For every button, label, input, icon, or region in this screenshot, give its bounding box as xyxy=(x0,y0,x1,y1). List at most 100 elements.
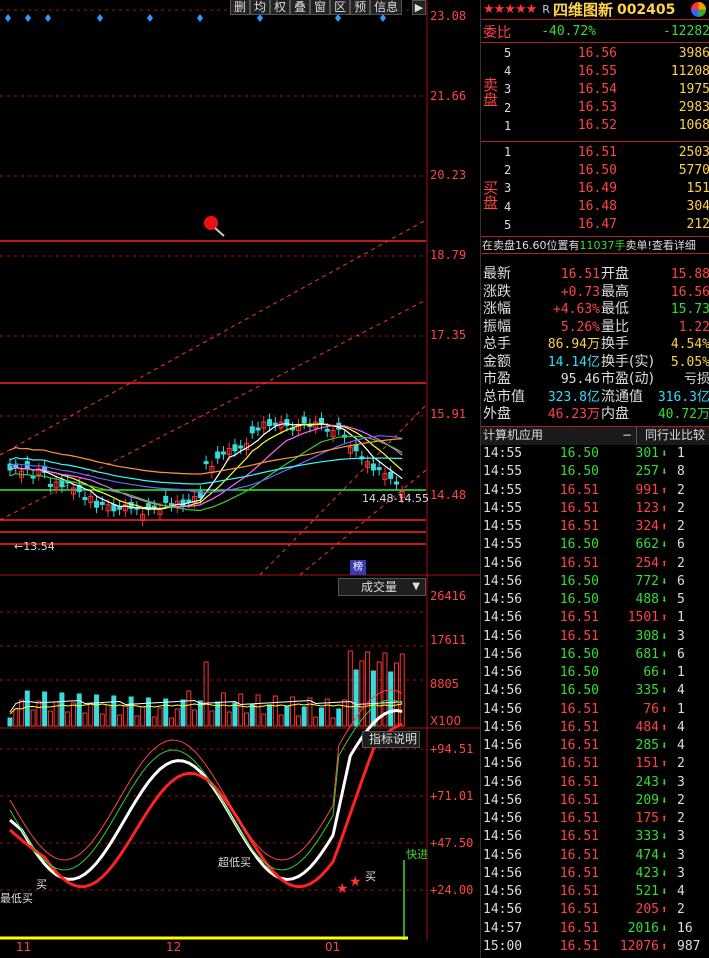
sell-row[interactable]: 5 16.56 3986 xyxy=(503,44,709,62)
trade-time: 14:56 xyxy=(483,902,523,918)
trade-row[interactable]: 14:56 16.51 423 ⬇ 3 xyxy=(481,865,709,883)
trade-row[interactable]: 14:56 16.51 243 ⬇ 3 xyxy=(481,774,709,792)
toolbar-info[interactable]: 信息 xyxy=(370,0,403,15)
tab-industry[interactable]: 计算机应用 − xyxy=(481,427,637,445)
sell-row[interactable]: 1 16.52 1068 xyxy=(503,117,709,135)
toolbar-overlay[interactable]: 叠 xyxy=(290,0,311,15)
trade-price: 16.51 xyxy=(559,774,599,790)
toolbar-ma[interactable]: 均 xyxy=(250,0,271,15)
volume-indicator-dropdown[interactable]: 成交量 ▼ xyxy=(338,578,426,596)
toolbar-range[interactable]: 区 xyxy=(330,0,351,15)
toolbar-predict[interactable]: 预 xyxy=(350,0,371,15)
trade-time: 15:00 xyxy=(483,938,523,954)
sell-row[interactable]: 2 16.53 2983 xyxy=(503,99,709,117)
toolbar-delete[interactable]: 删 xyxy=(230,0,251,15)
trade-row[interactable]: 14:56 16.51 205 ⬆ 2 xyxy=(481,901,709,919)
buy-signal-note: 买 xyxy=(36,878,47,891)
toolbar-collapse-button[interactable]: ▶ xyxy=(412,0,426,15)
trade-count: 3 xyxy=(677,628,685,644)
buy-price: 16.47 xyxy=(577,217,617,233)
trade-row[interactable]: 14:56 16.50 66 ⬇ 1 xyxy=(481,664,709,682)
volume-bar xyxy=(59,692,65,727)
trade-row[interactable]: 14:55 16.51 123 ⬆ 2 xyxy=(481,500,709,518)
buy-row[interactable]: 1 16.51 2503 xyxy=(503,143,709,161)
toolbar-window[interactable]: 窗 xyxy=(310,0,331,15)
trade-row[interactable]: 14:55 16.50 257 ⬇ 8 xyxy=(481,463,709,481)
buy-row[interactable]: 2 16.50 5770 xyxy=(503,161,709,179)
trade-row[interactable]: 14:56 16.51 151 ⬆ 2 xyxy=(481,755,709,773)
trade-row[interactable]: 14:56 16.51 175 ⬆ 2 xyxy=(481,810,709,828)
trade-price: 16.51 xyxy=(559,719,599,735)
volume-bar xyxy=(232,702,238,727)
arrow-up-icon: ⬆ xyxy=(661,702,668,716)
candle-body xyxy=(272,422,278,426)
quote-key: 总手 xyxy=(483,336,511,352)
trade-row[interactable]: 14:56 16.51 308 ⬇ 3 xyxy=(481,628,709,646)
sell-volume: 2983 xyxy=(678,100,709,116)
buy-row[interactable]: 5 16.47 212 xyxy=(503,216,709,234)
trade-price: 16.50 xyxy=(559,665,599,680)
kline-chart-area[interactable]: ★ ★ 删 均 权 叠 窗 区 预 信息 ▶ 23.08 21.66 20.23 … xyxy=(0,0,480,958)
volume-axis-label: 8805 xyxy=(430,677,459,691)
volume-bar xyxy=(307,697,313,727)
pie-chart-icon[interactable] xyxy=(691,2,706,17)
sell-price: 16.55 xyxy=(577,63,617,79)
stock-name: 四维图新 xyxy=(552,1,613,19)
trade-row[interactable]: 14:56 16.51 474 ⬇ 3 xyxy=(481,847,709,865)
volume-bar xyxy=(42,691,48,727)
trade-row[interactable]: 14:56 16.51 285 ⬇ 4 xyxy=(481,737,709,755)
trade-row[interactable]: 14:56 16.51 521 ⬇ 4 xyxy=(481,883,709,901)
trade-row[interactable]: 14:56 16.51 76 ⬆ 1 xyxy=(481,701,709,719)
trade-row[interactable]: 15:00 16.51 12076 ⬆ 987 xyxy=(481,938,709,956)
candle-body xyxy=(301,416,307,424)
buy-price: 16.51 xyxy=(577,144,617,160)
trade-row[interactable]: 14:55 16.50 662 ⬇ 6 xyxy=(481,536,709,554)
trade-row[interactable]: 14:56 16.50 681 ⬇ 6 xyxy=(481,646,709,664)
trade-row[interactable]: 14:56 16.51 209 ⬇ 2 xyxy=(481,792,709,810)
tab-peer-compare[interactable]: 同行业比较 xyxy=(637,427,709,445)
trade-time: 14:57 xyxy=(483,920,523,936)
minus-icon[interactable]: − xyxy=(622,427,632,445)
trade-volume: 1501 xyxy=(627,610,659,626)
kline-chart-svg[interactable]: ★ ★ xyxy=(0,0,480,958)
quote-value: 15.73 xyxy=(670,302,709,317)
volume-bar xyxy=(313,716,319,727)
trade-row[interactable]: 14:56 16.50 335 ⬇ 4 xyxy=(481,682,709,700)
trade-row[interactable]: 14:55 16.51 991 ⬆ 2 xyxy=(481,482,709,500)
sell-row[interactable]: 3 16.54 1975 xyxy=(503,80,709,98)
trade-row[interactable]: 14:55 16.50 301 ⬇ 1 xyxy=(481,445,709,463)
volume-bar xyxy=(111,695,117,727)
indicator-help-button[interactable]: 指标说明 xyxy=(362,731,420,748)
trade-row[interactable]: 14:56 16.51 484 ⬆ 4 xyxy=(481,719,709,737)
candle-body xyxy=(99,501,105,505)
trade-row[interactable]: 14:56 16.50 772 ⬇ 6 xyxy=(481,573,709,591)
volume-bar xyxy=(117,714,123,727)
volume-bar xyxy=(238,693,244,727)
trade-count: 1 xyxy=(677,610,685,626)
sell-volume: 1975 xyxy=(678,81,709,97)
trade-time: 14:55 xyxy=(483,500,523,516)
buy-row[interactable]: 4 16.48 304 xyxy=(503,198,709,216)
trade-row[interactable]: 14:56 16.50 488 ⬇ 5 xyxy=(481,591,709,609)
volume-bar xyxy=(19,699,25,727)
trade-row[interactable]: 14:56 16.51 1501 ⬆ 1 xyxy=(481,609,709,627)
ranking-badge[interactable]: 榜 xyxy=(350,560,366,575)
candle-body xyxy=(238,445,244,449)
order-alert[interactable]: 在卖盘16.60位置有11037手卖单!查看详细 xyxy=(481,236,709,254)
toolbar-adjust[interactable]: 权 xyxy=(270,0,291,15)
trade-count: 4 xyxy=(677,738,685,753)
trade-row[interactable]: 14:56 16.51 254 ⬆ 2 xyxy=(481,555,709,573)
trade-row[interactable]: 14:57 16.51 2016 ⬇ 16 xyxy=(481,920,709,938)
trade-time: 14:56 xyxy=(483,792,523,808)
tab-industry-label: 计算机应用 xyxy=(483,428,544,442)
trade-count: 4 xyxy=(677,884,685,899)
buy-row[interactable]: 3 16.49 151 xyxy=(503,179,709,197)
volume-bar xyxy=(393,662,399,727)
order-alert-link[interactable]: 卖单!查看详细 xyxy=(626,239,696,252)
volume-bar xyxy=(36,700,42,727)
trade-price: 16.51 xyxy=(559,811,599,826)
sell-row[interactable]: 4 16.55 11208 xyxy=(503,62,709,80)
quote-value: 46.23万 xyxy=(547,407,600,422)
trade-row[interactable]: 14:55 16.51 324 ⬆ 2 xyxy=(481,518,709,536)
trade-row[interactable]: 14:56 16.51 333 ⬇ 3 xyxy=(481,828,709,846)
